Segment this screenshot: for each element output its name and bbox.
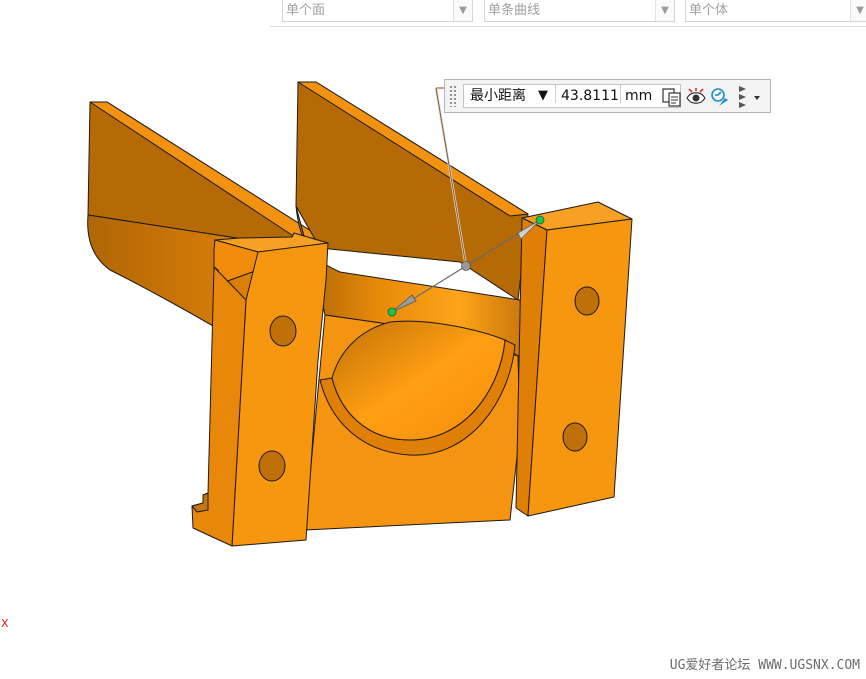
drag-handle-grip[interactable] xyxy=(449,85,456,107)
measure-endpoint-start[interactable] xyxy=(387,307,397,317)
distance-value: 43.8111 xyxy=(561,88,619,104)
measure-result-field[interactable]: 最小距离 ▼ 43.8111 mm xyxy=(463,84,681,108)
field-divider xyxy=(555,85,556,103)
left-block-upper-hole[interactable] xyxy=(269,315,297,347)
copy-measure-icon[interactable] xyxy=(661,86,683,108)
measure-endpoint-end[interactable] xyxy=(535,215,545,225)
more-options-icon[interactable] xyxy=(735,83,763,110)
measure-options-icon[interactable] xyxy=(709,86,731,108)
right-block-upper-hole[interactable] xyxy=(574,286,600,316)
distance-unit: mm xyxy=(625,88,653,104)
left-block-step-face[interactable] xyxy=(191,492,209,513)
left-block-lower-hole[interactable] xyxy=(258,450,286,482)
show-measure-icon[interactable] xyxy=(685,86,707,108)
measure-midpoint-handle[interactable] xyxy=(461,261,471,271)
measure-toolbar: 最小距离 ▼ 43.8111 mm xyxy=(444,79,771,113)
field-divider xyxy=(620,85,621,103)
x-axis-label: X xyxy=(1,617,9,630)
part-body[interactable] xyxy=(87,81,633,547)
mode-dropdown-caret[interactable]: ▼ xyxy=(538,85,548,107)
watermark-text: UG爱好者论坛 WWW.UGSNX.COM xyxy=(669,658,860,673)
measure-mode-label[interactable]: 最小距离 xyxy=(470,85,526,107)
right-block-lower-hole[interactable] xyxy=(562,422,588,452)
